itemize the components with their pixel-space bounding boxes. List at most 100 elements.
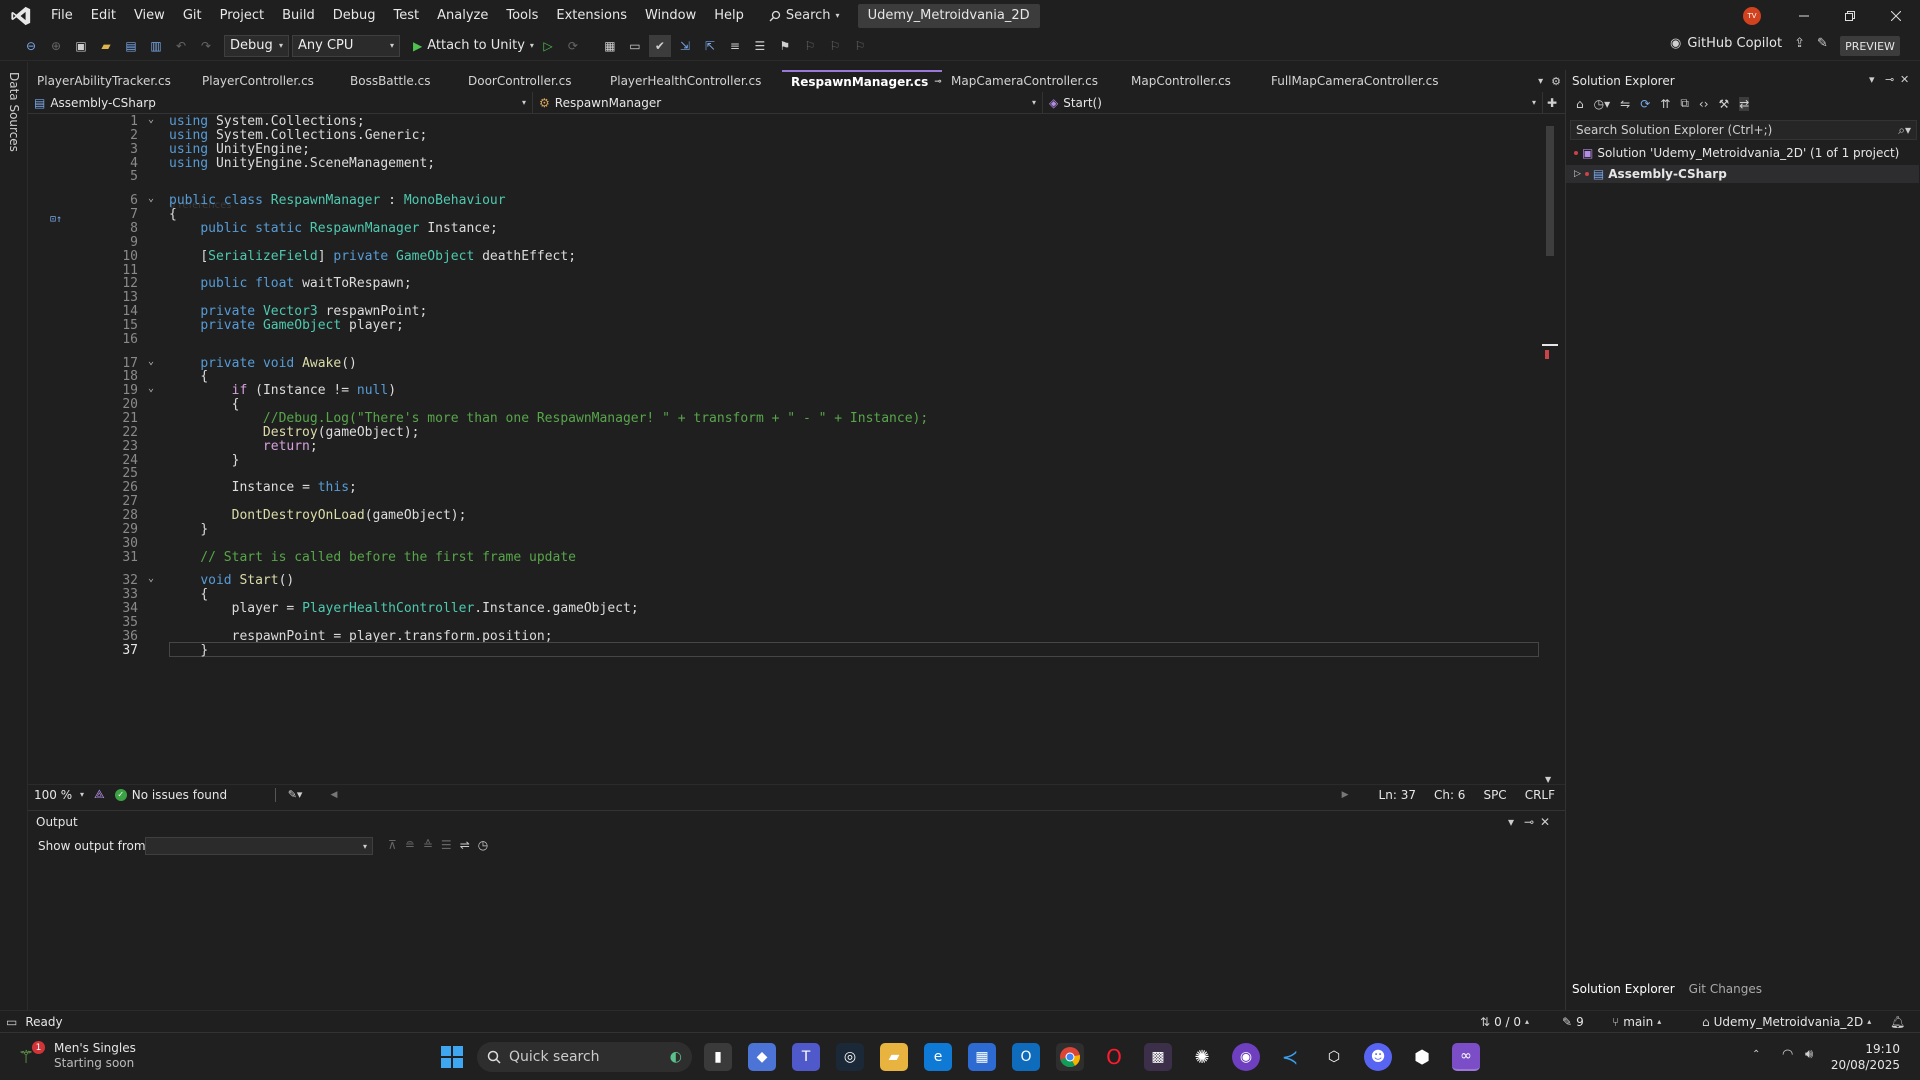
code-line[interactable]: public static RespawnManager Instance; xyxy=(169,221,497,236)
bookmark-button[interactable]: ⚑ xyxy=(774,35,796,57)
minimize-button[interactable] xyxy=(1781,0,1827,31)
show-all-files-icon[interactable]: ⧉ xyxy=(1680,96,1689,111)
code-line[interactable]: public class RespawnManager : MonoBehavi… xyxy=(169,193,506,208)
solution-search-input[interactable]: Search Solution Explorer (Ctrl+;) ⌕▾ xyxy=(1570,120,1917,140)
panel-menu-icon[interactable]: ▾ xyxy=(1508,815,1514,829)
close-icon[interactable]: ✕ xyxy=(1900,73,1909,86)
home-icon[interactable]: ⌂ xyxy=(1576,97,1584,111)
user-avatar[interactable]: TV xyxy=(1743,7,1761,25)
prev-bookmark-button[interactable]: ⚐ xyxy=(799,35,821,57)
close-icon[interactable]: ✕ xyxy=(1540,815,1550,829)
find-message-icon[interactable]: ⊼ xyxy=(388,838,397,852)
line-ending-indicator[interactable]: CRLF xyxy=(1525,788,1555,802)
undo-button[interactable]: ↶ xyxy=(170,35,192,57)
close-window-button[interactable] xyxy=(1873,0,1919,31)
fold-toggle-icon[interactable]: ⌄ xyxy=(148,114,160,125)
data-sources-tab[interactable]: Data Sources xyxy=(7,72,21,152)
next-bookmark-button[interactable]: ⚐ xyxy=(824,35,846,57)
gear-icon[interactable]: ⚙ xyxy=(1547,70,1565,92)
chevron-up-icon[interactable]: ⌃ xyxy=(1752,1049,1760,1060)
code-line[interactable]: //Debug.Log("There's more than one Respa… xyxy=(169,411,928,426)
step-over-button[interactable]: ⇱ xyxy=(699,35,721,57)
taskbar-search-box[interactable]: Quick search ◐ xyxy=(477,1042,692,1072)
clear-bookmarks-button[interactable]: ⚐ xyxy=(849,35,871,57)
pending-changes-icon[interactable]: ◷▾ xyxy=(1594,97,1611,111)
branch-indicator[interactable]: ⑂ main ▴ xyxy=(1612,1015,1661,1029)
scroll-left-icon[interactable]: ◀ xyxy=(330,790,337,800)
outdent-button[interactable]: ☰ xyxy=(749,35,771,57)
split-editor-icon[interactable]: ✚ xyxy=(1543,96,1561,110)
file-explorer-icon[interactable]: ▰ xyxy=(880,1043,908,1071)
whitespace-indicator[interactable]: SPC xyxy=(1483,788,1506,802)
solution-title[interactable]: Udemy_Metroidvania_2D xyxy=(857,3,1040,28)
class-margin-icon[interactable]: ⊡↑ xyxy=(50,214,62,225)
code-editor[interactable]: 0 references ⊡↑ 1 ⌄ using System.Collectio… xyxy=(28,114,1565,784)
code-cleanup-icon[interactable]: ✎▾ xyxy=(288,788,303,801)
save-all-button[interactable]: ▥ xyxy=(145,35,167,57)
code-line[interactable]: using UnityEngine; xyxy=(169,142,310,157)
copilot-app-icon[interactable]: ◆ xyxy=(748,1043,776,1071)
code-line[interactable]: { xyxy=(169,207,177,222)
repository-indicator[interactable]: ⌂ Udemy_Metroidvania_2D ▴ xyxy=(1702,1015,1871,1029)
save-button[interactable]: ▤ xyxy=(120,35,142,57)
tab-fullmapcameracontroller[interactable]: FullMapCameraController.cs xyxy=(1262,70,1512,92)
next-message-icon[interactable]: ≙ xyxy=(423,838,433,852)
code-line[interactable]: Instance = this; xyxy=(169,480,357,495)
menu-build[interactable]: Build xyxy=(273,0,324,31)
opera-icon[interactable]: O xyxy=(1100,1043,1128,1071)
restore-button[interactable] xyxy=(1827,0,1873,31)
pending-edits-indicator[interactable]: ✎ 9 xyxy=(1562,1015,1584,1029)
attach-to-unity-button[interactable]: ▶ Attach to Unity ▾ xyxy=(413,38,534,53)
preview-selected-icon[interactable]: ⇄ xyxy=(1739,96,1750,111)
tab-git-changes[interactable]: Git Changes xyxy=(1689,982,1762,996)
copilot-status-icon[interactable]: ⟁ xyxy=(94,787,105,802)
edge-icon[interactable]: e xyxy=(924,1043,952,1071)
sync-icon[interactable]: ⇋ xyxy=(1620,97,1630,111)
github-copilot-button[interactable]: ◉ GitHub Copilot ⇪ ✎ xyxy=(1670,36,1828,51)
clock[interactable]: 19:10 20/08/2025 xyxy=(1830,1041,1900,1073)
code-line[interactable]: player = PlayerHealthController.Instance… xyxy=(169,601,639,616)
visual-studio-taskbar-icon[interactable]: ∞ xyxy=(1452,1043,1480,1071)
menu-test[interactable]: Test xyxy=(385,0,429,31)
scroll-right-icon[interactable]: ▶ xyxy=(1342,790,1349,800)
tab-doorcontroller[interactable]: DoorController.cs xyxy=(459,70,601,92)
chevron-right-icon[interactable]: ▷ xyxy=(1574,169,1581,179)
pin-icon[interactable]: ⊸ xyxy=(1885,73,1894,86)
code-line[interactable]: { xyxy=(169,397,240,412)
code-line[interactable]: } xyxy=(169,643,208,658)
code-line[interactable]: void Start() xyxy=(169,573,294,588)
indent-button[interactable]: ≡ xyxy=(724,35,746,57)
zoom-select[interactable]: 100 % ▾ xyxy=(28,788,90,802)
search-button[interactable]: Search ▾ xyxy=(761,4,848,28)
code-line[interactable]: private void Awake() xyxy=(169,356,357,371)
panel-menu-icon[interactable]: ▾ xyxy=(1869,73,1875,86)
notifications-bell-icon[interactable]: 🔔︎ xyxy=(1890,1015,1905,1029)
fold-toggle-icon[interactable]: ⌄ xyxy=(148,383,160,394)
tab-playerhealthcontroller[interactable]: PlayerHealthController.cs xyxy=(601,70,782,92)
prev-message-icon[interactable]: ≘ xyxy=(405,838,415,852)
line-indicator[interactable]: Ln: 37 xyxy=(1379,788,1416,802)
project-dropdown[interactable]: ▤ Assembly-CSharp ▾ xyxy=(28,91,533,114)
menu-project[interactable]: Project xyxy=(211,0,273,31)
code-line[interactable]: private GameObject player; xyxy=(169,318,404,333)
preview-button[interactable]: PREVIEW xyxy=(1840,36,1900,56)
view-code-icon[interactable]: ‹› xyxy=(1699,97,1709,111)
issues-indicator[interactable]: ✓ No issues found xyxy=(114,788,275,802)
volume-icon[interactable]: 🔊︎ xyxy=(1805,1047,1813,1062)
unity-icon[interactable]: ⬢ xyxy=(1408,1043,1436,1071)
code-line[interactable]: { xyxy=(169,369,208,384)
tab-respawnmanager[interactable]: RespawnManager.cs ⊸ ✕ xyxy=(782,70,942,92)
chatgpt-icon[interactable]: ✺ xyxy=(1188,1043,1216,1071)
code-line[interactable]: DontDestroyOnLoad(gameObject); xyxy=(169,508,467,523)
tab-bossbattle[interactable]: BossBattle.cs xyxy=(341,70,459,92)
fold-toggle-icon[interactable]: ⌄ xyxy=(148,573,160,584)
code-line[interactable]: [SerializeField] private GameObject deat… xyxy=(169,249,576,264)
new-project-button[interactable]: ▣ xyxy=(70,35,92,57)
tab-overflow-icon[interactable]: ▾ xyxy=(1534,70,1547,92)
code-line[interactable]: } xyxy=(169,522,208,537)
unity-hub-icon[interactable]: ⬡ xyxy=(1320,1043,1348,1071)
code-line[interactable]: return; xyxy=(169,439,318,454)
code-line[interactable]: using System.Collections.Generic; xyxy=(169,128,427,143)
steam-icon[interactable]: ◎ xyxy=(836,1043,864,1071)
collapse-all-icon[interactable]: ⇈ xyxy=(1660,97,1670,111)
